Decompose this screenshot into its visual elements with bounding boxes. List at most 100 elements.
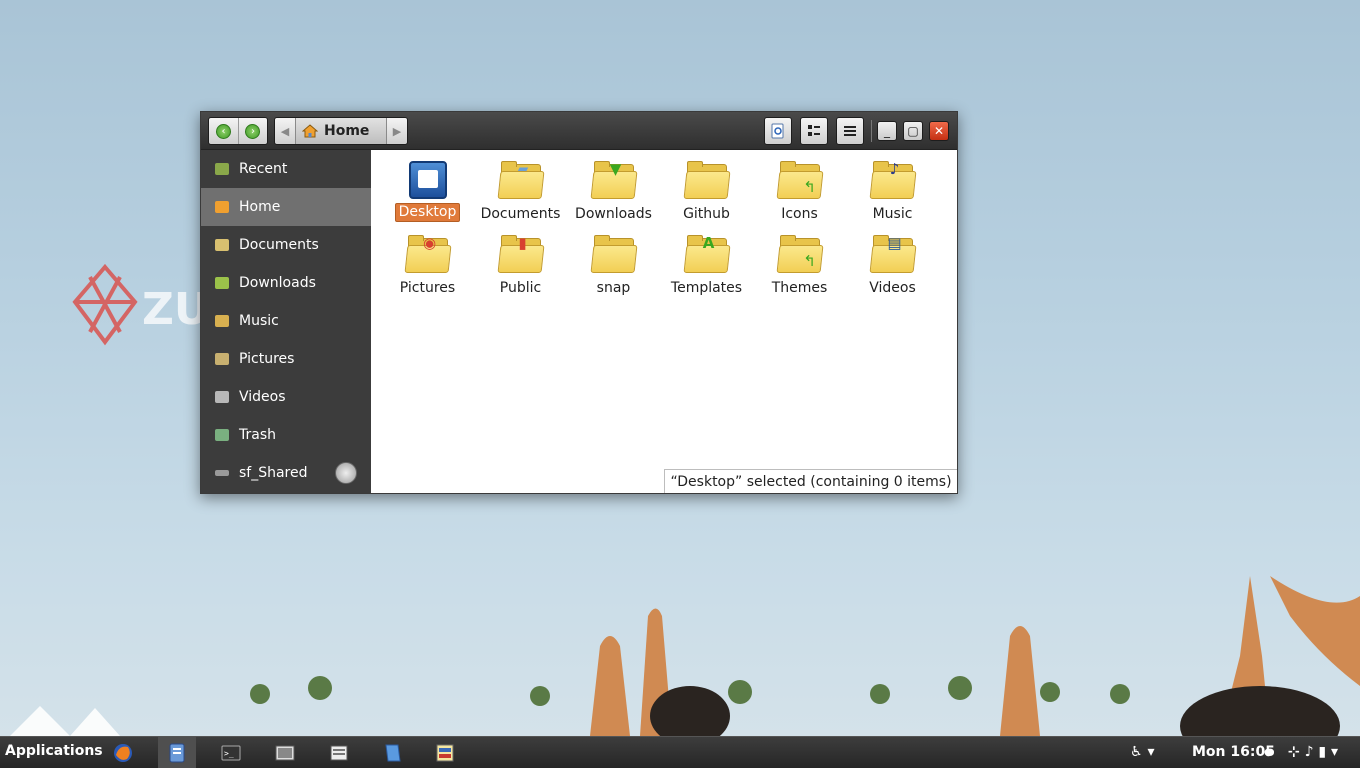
home-icon: [215, 201, 229, 213]
sidebar-item-label: Pictures: [239, 351, 295, 367]
shared-drive-icon: [215, 470, 229, 476]
downloads-folder-icon: ▼: [590, 158, 637, 202]
terminal-icon[interactable]: >_: [220, 742, 242, 764]
path-home-button[interactable]: Home: [295, 118, 387, 144]
folder-documents[interactable]: ▰ Documents: [474, 158, 567, 224]
downloads-icon: [215, 277, 229, 289]
sound-icon: ♪: [1304, 744, 1314, 760]
path-bar: ◀ Home ▶: [274, 117, 408, 145]
file-view: Desktop ▰ Documents ▼ Downloads Github ↰…: [371, 150, 957, 493]
wallpaper-crowd: [10, 576, 1360, 736]
item-label: Videos: [869, 280, 916, 296]
chevron-down-icon: ▾: [1331, 744, 1339, 760]
symlink-folder-icon: ↰: [776, 232, 823, 276]
sidebar-item-music[interactable]: Music: [201, 302, 371, 340]
screenshot-icon[interactable]: [274, 742, 296, 764]
folder-music[interactable]: ♪ Music: [846, 158, 939, 224]
sidebar-item-label: Videos: [239, 389, 286, 405]
search-icon: [771, 123, 784, 139]
item-label: Desktop: [394, 203, 461, 222]
path-current-label: Home: [324, 123, 370, 139]
desktop-folder-icon: [408, 161, 447, 199]
item-label: snap: [596, 280, 631, 296]
sidebar-item-home[interactable]: Home: [201, 188, 371, 226]
minimize-button[interactable]: _: [877, 121, 897, 141]
sidebar-item-pictures[interactable]: Pictures: [201, 340, 371, 378]
notification-dot-icon: ●: [1264, 747, 1273, 758]
music-icon: [215, 315, 229, 327]
symlink-folder-icon: ↰: [776, 158, 823, 202]
folder-themes[interactable]: ↰ Themes: [753, 232, 846, 298]
places-sidebar: Recent Home Documents Downloads Music Pi…: [201, 150, 371, 493]
image-viewer-icon[interactable]: [434, 742, 456, 764]
back-arrow-icon: ‹: [215, 123, 231, 139]
sidebar-item-label: Trash: [239, 427, 276, 443]
grid-view-icon: [808, 125, 820, 136]
file-manager-icon[interactable]: [158, 737, 196, 768]
sidebar-item-downloads[interactable]: Downloads: [201, 264, 371, 302]
sidebar-item-recent[interactable]: Recent: [201, 150, 371, 188]
close-icon: ✕: [933, 124, 945, 138]
applications-menu-button[interactable]: Applications: [5, 743, 103, 759]
search-button[interactable]: [764, 117, 792, 145]
minimize-icon: _: [884, 124, 890, 138]
text-editor-icon[interactable]: [382, 742, 404, 764]
pictures-icon: [215, 353, 229, 365]
videos-icon: [215, 391, 229, 403]
chevron-down-icon: ▾: [1147, 744, 1155, 760]
public-folder-icon: ▮: [497, 232, 544, 276]
forward-arrow-icon: ›: [245, 123, 261, 139]
music-folder-icon: ♪: [869, 158, 916, 202]
file-manager-window: ‹ › ◀ Home ▶ _ ▢ ✕ Recent Home Documents…: [200, 111, 958, 494]
sidebar-item-sf-shared[interactable]: sf_Shared: [201, 454, 371, 492]
sidebar-item-documents[interactable]: Documents: [201, 226, 371, 264]
item-label: Icons: [781, 206, 818, 222]
document-viewer-icon[interactable]: [328, 742, 350, 764]
accessibility-icon: ♿: [1130, 744, 1143, 760]
file-grid: Desktop ▰ Documents ▼ Downloads Github ↰…: [381, 158, 939, 298]
folder-public[interactable]: ▮ Public: [474, 232, 567, 298]
toolbar-separator: [871, 120, 872, 142]
home-icon: [302, 124, 318, 138]
path-right-scroll-button[interactable]: ▶: [387, 118, 407, 144]
accessibility-menu[interactable]: ♿ ▾: [1130, 744, 1154, 760]
item-label: Github: [683, 206, 730, 222]
folder-icons[interactable]: ↰ Icons: [753, 158, 846, 224]
close-button[interactable]: ✕: [929, 121, 949, 141]
folder-downloads[interactable]: ▼ Downloads: [567, 158, 660, 224]
pictures-folder-icon: ◉: [404, 232, 451, 276]
status-bar: “Desktop” selected (containing 0 items): [664, 469, 957, 493]
videos-folder-icon: ▤: [869, 232, 916, 276]
window-toolbar: ‹ › ◀ Home ▶ _ ▢ ✕: [201, 112, 957, 150]
sidebar-item-label: Downloads: [239, 275, 316, 291]
back-button[interactable]: ‹: [209, 118, 238, 144]
sidebar-item-trash[interactable]: Trash: [201, 416, 371, 454]
icon-view-button[interactable]: [800, 117, 828, 145]
item-label: Music: [872, 206, 913, 222]
folder-desktop[interactable]: Desktop: [381, 158, 474, 224]
menu-button[interactable]: [836, 117, 864, 145]
history-nav-group: ‹ ›: [208, 117, 268, 145]
maximize-button[interactable]: ▢: [903, 121, 923, 141]
item-label: Pictures: [399, 280, 456, 296]
item-label: Templates: [670, 280, 743, 296]
network-icon: ⊹: [1288, 744, 1300, 760]
system-tray-menu[interactable]: ⊹ ♪ ▮ ▾: [1288, 744, 1338, 760]
path-left-scroll-button[interactable]: ◀: [275, 118, 295, 144]
folder-videos[interactable]: ▤ Videos: [846, 232, 939, 298]
folder-snap[interactable]: snap: [567, 232, 660, 298]
clock[interactable]: Mon 16:05: [1192, 744, 1275, 760]
firefox-icon[interactable]: [112, 742, 134, 764]
sidebar-item-videos[interactable]: Videos: [201, 378, 371, 416]
item-label: Themes: [771, 280, 828, 296]
sidebar-item-label: Home: [239, 199, 281, 215]
item-label: Public: [499, 280, 542, 296]
folder-github[interactable]: Github: [660, 158, 753, 224]
eject-icon[interactable]: [335, 462, 357, 484]
forward-button[interactable]: ›: [237, 118, 267, 144]
documents-folder-icon: ▰: [497, 158, 544, 202]
folder-icon: [590, 232, 637, 276]
folder-templates[interactable]: A Templates: [660, 232, 753, 298]
folder-pictures[interactable]: ◉ Pictures: [381, 232, 474, 298]
taskbar: Applications >_ ♿ ▾ Mon 16:05 ● ⊹ ♪ ▮ ▾: [0, 736, 1360, 768]
